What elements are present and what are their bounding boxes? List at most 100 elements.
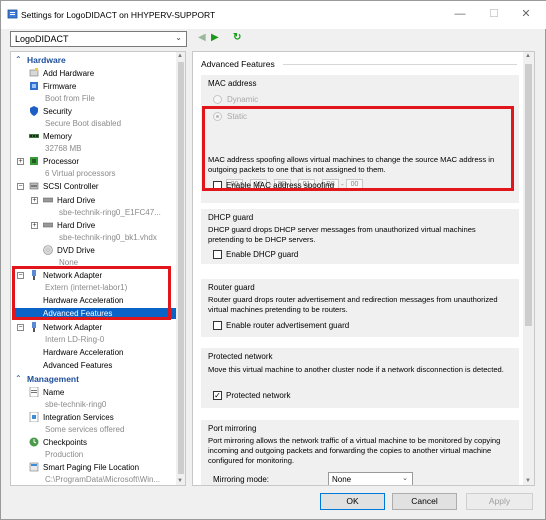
protected-network-group: Protected network Move this virtual mach… bbox=[201, 348, 519, 408]
router-guard-title: Router guard bbox=[208, 283, 255, 292]
smart-paging-icon bbox=[29, 462, 39, 472]
integration-services-icon bbox=[29, 412, 39, 422]
tree-item-net2-hardware-acceleration[interactable]: Hardware Acceleration bbox=[43, 348, 123, 357]
mirroring-mode-label: Mirroring mode: bbox=[213, 475, 270, 484]
tree-item-hard-drive-2[interactable]: Hard Drive bbox=[57, 221, 95, 230]
dhcp-guard-checkbox[interactable] bbox=[213, 250, 222, 259]
dynamic-label: Dynamic bbox=[227, 95, 259, 104]
close-button[interactable]: ✕ bbox=[511, 5, 541, 23]
tree-item-firmware[interactable]: Firmware bbox=[43, 82, 76, 91]
panel-scrollbar[interactable]: ▲ ▼ bbox=[523, 52, 534, 485]
network-adapter-highlight bbox=[12, 266, 171, 320]
smart-paging-detail: C:\ProgramData\Microsoft\Win... bbox=[45, 475, 161, 484]
refresh-button[interactable]: ↻ bbox=[233, 32, 241, 44]
settings-app-icon bbox=[7, 9, 18, 19]
protected-network-title: Protected network bbox=[208, 352, 273, 361]
tree-item-add-hardware[interactable]: Add Hardware bbox=[43, 69, 94, 78]
window-title: Settings for LogoDIDACT on HHYPERV-SUPPO… bbox=[21, 10, 216, 20]
panel-title: Advanced Features bbox=[201, 59, 275, 69]
name-detail: sbe-technik-ring0 bbox=[45, 400, 107, 409]
settings-window: Settings for LogoDIDACT on HHYPERV-SUPPO… bbox=[0, 0, 546, 520]
tree-item-hard-drive-1[interactable]: Hard Drive bbox=[57, 196, 95, 205]
mirroring-mode-dropdown[interactable]: None ⌄ bbox=[328, 472, 413, 485]
vm-selector-value: LogoDIDACT bbox=[15, 34, 69, 44]
tree-item-net2-advanced-features[interactable]: Advanced Features bbox=[43, 361, 112, 370]
tree-scrollbar[interactable]: ▲ ▼ bbox=[176, 52, 185, 485]
tree-item-integration-services[interactable]: Integration Services bbox=[43, 413, 114, 422]
hard-drive-icon bbox=[43, 197, 53, 203]
cancel-button[interactable]: Cancel bbox=[392, 493, 457, 510]
scsi-controller-icon bbox=[29, 182, 39, 190]
title-bar: Settings for LogoDIDACT on HHYPERV-SUPPO… bbox=[1, 1, 546, 29]
memory-icon bbox=[29, 134, 39, 138]
mac-address-highlight bbox=[202, 106, 514, 191]
dhcp-guard-title: DHCP guard bbox=[208, 213, 254, 222]
tree-item-processor[interactable]: Processor bbox=[43, 157, 79, 166]
network-adapter-2-detail: Intern LD-Ring-0 bbox=[45, 335, 105, 344]
tree-item-smart-paging[interactable]: Smart Paging File Location bbox=[43, 463, 139, 472]
checkpoints-detail: Production bbox=[45, 450, 84, 459]
vm-selector[interactable]: LogoDIDACT ⌄ bbox=[10, 31, 187, 47]
tree-item-dvd-drive[interactable]: DVD Drive bbox=[57, 246, 95, 255]
port-mirroring-title: Port mirroring bbox=[208, 424, 257, 433]
shield-icon bbox=[30, 106, 38, 116]
hard-drive-icon bbox=[43, 222, 53, 228]
integration-services-detail: Some services offered bbox=[45, 425, 125, 434]
collapse-scsi-icon[interactable]: − bbox=[17, 183, 24, 190]
panel-scrollbar-thumb[interactable] bbox=[525, 64, 532, 326]
scroll-down-icon[interactable]: ▼ bbox=[525, 478, 531, 484]
protected-network-description: Move this virtual machine to another clu… bbox=[208, 365, 504, 374]
tree-item-memory[interactable]: Memory bbox=[43, 132, 72, 141]
management-header: Management bbox=[27, 374, 79, 384]
protected-network-checkbox[interactable]: ✓ bbox=[213, 391, 222, 400]
processor-detail: 6 Virtual processors bbox=[45, 169, 116, 178]
dvd-icon bbox=[43, 245, 53, 255]
processor-icon bbox=[30, 157, 38, 165]
protected-network-label: Protected network bbox=[226, 391, 291, 400]
dynamic-radio[interactable] bbox=[213, 95, 222, 104]
apply-button[interactable]: Apply bbox=[466, 493, 533, 510]
expand-processor-icon[interactable]: + bbox=[17, 158, 24, 165]
tree-item-name[interactable]: Name bbox=[43, 388, 64, 397]
dhcp-guard-group: DHCP guard DHCP guard drops DHCP server … bbox=[201, 209, 519, 264]
add-hardware-icon bbox=[29, 68, 39, 77]
firmware-detail: Boot from File bbox=[45, 94, 95, 103]
name-icon bbox=[29, 387, 39, 397]
network-adapter-icon bbox=[32, 322, 36, 332]
router-guard-label: Enable router advertisement guard bbox=[226, 321, 350, 330]
back-button[interactable]: ◀ bbox=[198, 32, 206, 44]
tree-item-checkpoints[interactable]: Checkpoints bbox=[43, 438, 87, 447]
hardware-header: Hardware bbox=[27, 55, 66, 65]
tree-item-security[interactable]: Security bbox=[43, 107, 72, 116]
port-mirroring-description: Port mirroring allows the network traffi… bbox=[208, 436, 501, 465]
collapse-network-adapter-2-icon[interactable]: − bbox=[17, 324, 24, 331]
scroll-up-icon[interactable]: ▲ bbox=[525, 53, 531, 59]
chevron-down-icon: ⌄ bbox=[175, 33, 182, 42]
expand-hard-drive-2-icon[interactable]: + bbox=[31, 222, 38, 229]
router-guard-checkbox[interactable] bbox=[213, 321, 222, 330]
collapse-hardware-icon[interactable]: ⌃ bbox=[15, 55, 22, 64]
router-guard-group: Router guard Router guard drops router a… bbox=[201, 279, 519, 337]
dhcp-guard-description: DHCP guard drops DHCP server messages fr… bbox=[208, 225, 476, 244]
mac-address-title: MAC address bbox=[208, 79, 257, 88]
dhcp-guard-label: Enable DHCP guard bbox=[226, 250, 299, 259]
maximize-button[interactable]: ☐ bbox=[479, 5, 509, 23]
tree-item-network-adapter-2[interactable]: Network Adapter bbox=[43, 323, 102, 332]
collapse-management-icon[interactable]: ⌃ bbox=[15, 374, 22, 383]
memory-detail: 32768 MB bbox=[45, 144, 82, 153]
firmware-icon bbox=[30, 82, 38, 90]
forward-button[interactable]: ▶ bbox=[211, 32, 219, 44]
ok-button[interactable]: OK bbox=[320, 493, 385, 510]
expand-hard-drive-1-icon[interactable]: + bbox=[31, 197, 38, 204]
panel-title-rule bbox=[283, 64, 517, 65]
mirroring-mode-value: None bbox=[332, 475, 352, 484]
tree-item-scsi-controller[interactable]: SCSI Controller bbox=[43, 182, 99, 191]
port-mirroring-group: Port mirroring Port mirroring allows the… bbox=[201, 420, 519, 485]
scroll-up-icon[interactable]: ▲ bbox=[177, 53, 183, 59]
checkpoints-icon bbox=[29, 437, 39, 447]
chevron-down-icon: ⌄ bbox=[402, 475, 408, 482]
minimize-button[interactable]: — bbox=[445, 5, 475, 23]
tree-scrollbar-thumb[interactable] bbox=[178, 62, 184, 474]
scroll-down-icon[interactable]: ▼ bbox=[177, 478, 183, 484]
security-detail: Secure Boot disabled bbox=[45, 119, 122, 128]
